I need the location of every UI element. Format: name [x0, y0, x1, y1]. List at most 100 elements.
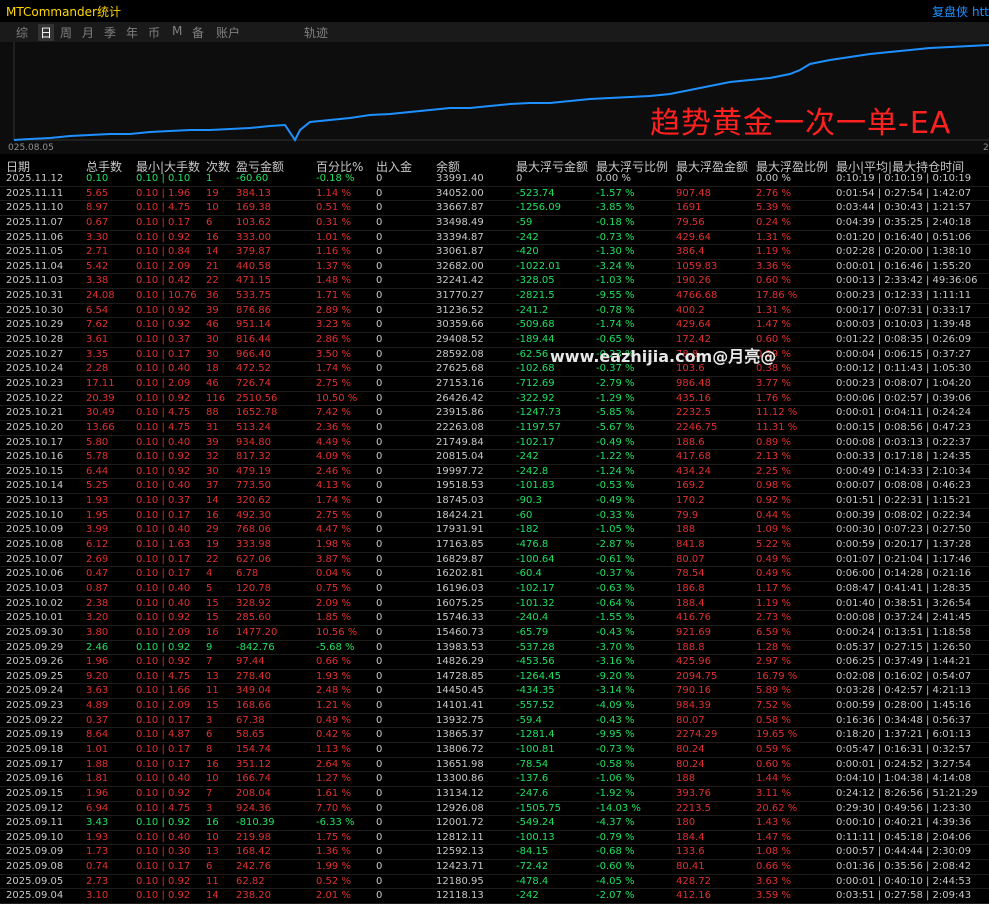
cell-6: 0: [376, 626, 383, 638]
tab-8[interactable]: 备: [192, 24, 204, 41]
table-row[interactable]: 2025.10.22 20.39 0.10 | 0.92 116 2510.56 10.5…: [0, 392, 989, 407]
table-row[interactable]: 2025.09.05 2.73 0.10 | 0.92 11 62.82 0.52 % 0 1…: [0, 875, 989, 890]
table-row[interactable]: 2025.10.14 5.25 0.10 | 0.40 37 773.50 4.13 % 0…: [0, 479, 989, 495]
cell-6: 0: [376, 890, 383, 902]
cell-6: 0: [376, 539, 383, 551]
table-row[interactable]: 2025.10.17 5.80 0.10 | 0.40 39 934.80 4.49 % 0…: [0, 436, 989, 451]
cell-11: 1.43 %: [756, 817, 791, 829]
table-row[interactable]: 2025.09.25 9.20 0.10 | 4.75 13 278.40 1.93 % 0…: [0, 670, 989, 685]
cell-7: 33061.87: [436, 246, 484, 258]
cell-8: -242.8: [516, 465, 549, 477]
table-row[interactable]: 2025.09.30 3.80 0.10 | 2.09 16 1477.20 10.56 …: [0, 626, 989, 641]
table-row[interactable]: 2025.09.22 0.37 0.10 | 0.17 3 67.38 0.49 % 0 13…: [0, 714, 989, 729]
table-row[interactable]: 2025.09.17 1.88 0.10 | 0.17 16 351.12 2.64 % 0…: [0, 758, 989, 773]
cell-12: 0:00:04 | 0:06:15 | 0:37:27: [836, 348, 972, 360]
cell-6: 0: [376, 495, 383, 507]
table-row[interactable]: 2025.09.23 4.89 0.10 | 2.09 15 168.66 1.21 % 0…: [0, 699, 989, 714]
table-row[interactable]: 2025.11.07 0.67 0.10 | 0.17 6 103.62 0.31 % 0 3…: [0, 216, 989, 231]
table-row[interactable]: 2025.09.16 1.81 0.10 | 0.40 10 166.74 1.27 % 0…: [0, 772, 989, 787]
cell-7: 21749.84: [436, 436, 484, 448]
table-row[interactable]: 2025.11.10 8.97 0.10 | 4.75 10 169.38 0.51 % 0…: [0, 201, 989, 216]
tab-5[interactable]: 年: [126, 24, 138, 41]
table-row[interactable]: 2025.09.26 1.96 0.10 | 0.92 7 97.44 0.66 % 0 14…: [0, 655, 989, 670]
cell-3: 13: [206, 670, 219, 682]
table-row[interactable]: 2025.11.11 5.65 0.10 | 1.96 19 384.13 1.14 % 0…: [0, 187, 989, 202]
table-row[interactable]: 2025.09.15 1.96 0.10 | 0.92 7 208.04 1.61 % 0 1…: [0, 787, 989, 802]
table-row[interactable]: 2025.10.07 2.69 0.10 | 0.17 22 627.06 3.87 % 0…: [0, 553, 989, 568]
table-row[interactable]: 2025.09.10 1.93 0.10 | 0.40 10 219.98 1.75 % 0…: [0, 831, 989, 846]
table-row[interactable]: 2025.10.28 3.61 0.10 | 0.37 30 816.44 2.86 % 0…: [0, 333, 989, 348]
table-row[interactable]: 2025.09.12 6.94 0.10 | 4.75 3 924.36 7.70 % 0 1…: [0, 802, 989, 817]
cell-5: 1.74 %: [316, 363, 351, 375]
cell-4: 2510.56: [236, 392, 278, 404]
cell-0: 2025.09.30: [6, 626, 64, 638]
table-row[interactable]: 2025.10.10 1.95 0.10 | 0.17 16 492.30 2.75 % 0…: [0, 509, 989, 524]
replay-link[interactable]: 复盘侠 htt: [932, 3, 989, 20]
tab-6[interactable]: 币: [148, 24, 160, 41]
table-row[interactable]: 2025.09.24 3.63 0.10 | 1.66 11 349.04 2.48 % 0…: [0, 684, 989, 700]
table-row[interactable]: 2025.10.01 3.20 0.10 | 0.92 15 285.60 1.85 % 0…: [0, 611, 989, 626]
cell-4: 208.04: [236, 787, 271, 799]
cell-1: 3.61: [86, 334, 109, 346]
table-row[interactable]: 2025.10.15 6.44 0.10 | 0.92 30 479.19 2.46 % 0…: [0, 465, 989, 480]
cell-5: 1.93 %: [316, 670, 351, 682]
cell-8: -78.54: [516, 758, 549, 770]
cell-7: 31770.27: [436, 290, 484, 302]
table-row[interactable]: 2025.10.23 17.11 0.10 | 2.09 46 726.74 2.75 %…: [0, 377, 989, 392]
table-row[interactable]: 2025.11.05 2.71 0.10 | 0.84 14 379.87 1.16 % 0…: [0, 245, 989, 260]
table-row[interactable]: 2025.11.03 3.38 0.10 | 0.42 22 471.15 1.48 % 0…: [0, 274, 989, 290]
table-row[interactable]: 2025.09.04 3.10 0.10 | 0.92 14 238.20 2.01 % 0…: [0, 889, 989, 904]
cell-12: 0:00:06 | 0:02:57 | 0:39:06: [836, 392, 972, 404]
cell-8: -453.56: [516, 656, 555, 668]
table-row[interactable]: 2025.11.12 0.10 0.10 | 0.10 1 -60.60 -0.18 % 0…: [0, 172, 989, 187]
tab-4[interactable]: 季: [104, 24, 116, 41]
table-row[interactable]: 2025.11.06 3.30 0.10 | 0.92 16 333.00 1.01 % 0…: [0, 231, 989, 246]
table-row[interactable]: 2025.10.09 3.99 0.10 | 0.40 29 768.06 4.47 % 0…: [0, 523, 989, 539]
table-row[interactable]: 2025.10.24 2.28 0.10 | 0.40 18 472.52 1.74 % 0…: [0, 362, 989, 377]
cell-9: -0.33 %: [596, 509, 635, 521]
table-row[interactable]: 2025.10.20 13.66 0.10 | 4.75 31 513.24 2.36 %…: [0, 421, 989, 436]
cell-8: -84.15: [516, 846, 549, 858]
tab-2[interactable]: 周: [60, 24, 72, 41]
table-row[interactable]: 2025.10.30 6.54 0.10 | 0.92 39 876.86 2.89 % 0…: [0, 304, 989, 319]
tab-0[interactable]: 综: [16, 24, 28, 41]
cell-3: 6: [206, 216, 213, 228]
table-row[interactable]: 2025.10.06 0.47 0.10 | 0.17 4 6.78 0.04 % 0 162…: [0, 567, 989, 582]
tab-7[interactable]: M: [172, 24, 182, 38]
table-row[interactable]: 2025.09.19 8.64 0.10 | 4.87 6 58.65 0.42 % 0 13…: [0, 728, 989, 743]
cell-5: 2.48 %: [316, 685, 351, 697]
table-row[interactable]: 2025.09.08 0.74 0.10 | 0.17 6 242.76 1.99 % 0 1…: [0, 860, 989, 875]
table-row[interactable]: 2025.10.16 5.78 0.10 | 0.92 32 817.32 4.09 % 0…: [0, 450, 989, 465]
cell-2: 0.10 | 0.17: [136, 758, 191, 770]
table-row[interactable]: 2025.10.27 3.35 0.10 | 0.17 30 966.40 3.50 % 0…: [0, 348, 989, 363]
cell-2: 0.10 | 0.40: [136, 363, 191, 375]
tab-1[interactable]: 日: [38, 24, 55, 41]
cell-8: -59.4: [516, 714, 542, 726]
table-row[interactable]: 2025.10.31 24.08 0.10 | 10.76 36 533.75 1.71 …: [0, 289, 989, 304]
table-row[interactable]: 2025.11.04 5.42 0.10 | 2.09 21 440.58 1.37 % 0…: [0, 260, 989, 275]
cell-0: 2025.09.05: [6, 875, 64, 887]
cell-4: 278.40: [236, 670, 271, 682]
cell-11: 1.09 %: [756, 524, 791, 536]
cell-10: 79.56: [676, 216, 705, 228]
table-row[interactable]: 2025.10.29 7.62 0.10 | 0.92 46 951.14 3.23 % 0…: [0, 318, 989, 334]
cell-3: 22: [206, 275, 219, 287]
cell-12: 0:00:24 | 0:13:51 | 1:18:58: [836, 626, 972, 638]
table-row[interactable]: 2025.09.09 1.73 0.10 | 0.30 13 168.42 1.36 % 0…: [0, 845, 989, 861]
table-row[interactable]: 2025.10.02 2.38 0.10 | 0.40 15 328.92 2.09 % 0…: [0, 597, 989, 612]
table-row[interactable]: 2025.09.18 1.01 0.10 | 0.17 8 154.74 1.13 % 0 1…: [0, 743, 989, 758]
table-row[interactable]: 2025.10.03 0.87 0.10 | 0.40 5 120.78 0.75 % 0 1…: [0, 582, 989, 597]
tab-3[interactable]: 月: [82, 24, 94, 41]
tab-10[interactable]: 轨迹: [304, 24, 328, 41]
table-row[interactable]: 2025.10.08 6.12 0.10 | 1.63 19 333.98 1.98 % 0…: [0, 538, 989, 553]
table-row[interactable]: 2025.10.13 1.93 0.10 | 0.37 14 320.62 1.74 % 0…: [0, 494, 989, 509]
table-row[interactable]: 2025.09.11 3.43 0.10 | 0.92 16 -810.39 -6.33 …: [0, 816, 989, 831]
cell-0: 2025.09.22: [6, 714, 64, 726]
cell-11: 5.39 %: [756, 202, 791, 214]
table-row[interactable]: 2025.09.29 2.46 0.10 | 0.92 9 -842.76 -5.68 %…: [0, 641, 989, 656]
table-row[interactable]: 2025.10.21 30.49 0.10 | 4.75 88 1652.78 7.42 …: [0, 406, 989, 421]
tab-9[interactable]: 账户: [216, 24, 240, 41]
cell-7: 34052.00: [436, 187, 484, 199]
cell-3: 5: [206, 582, 213, 594]
cell-3: 29: [206, 524, 219, 536]
